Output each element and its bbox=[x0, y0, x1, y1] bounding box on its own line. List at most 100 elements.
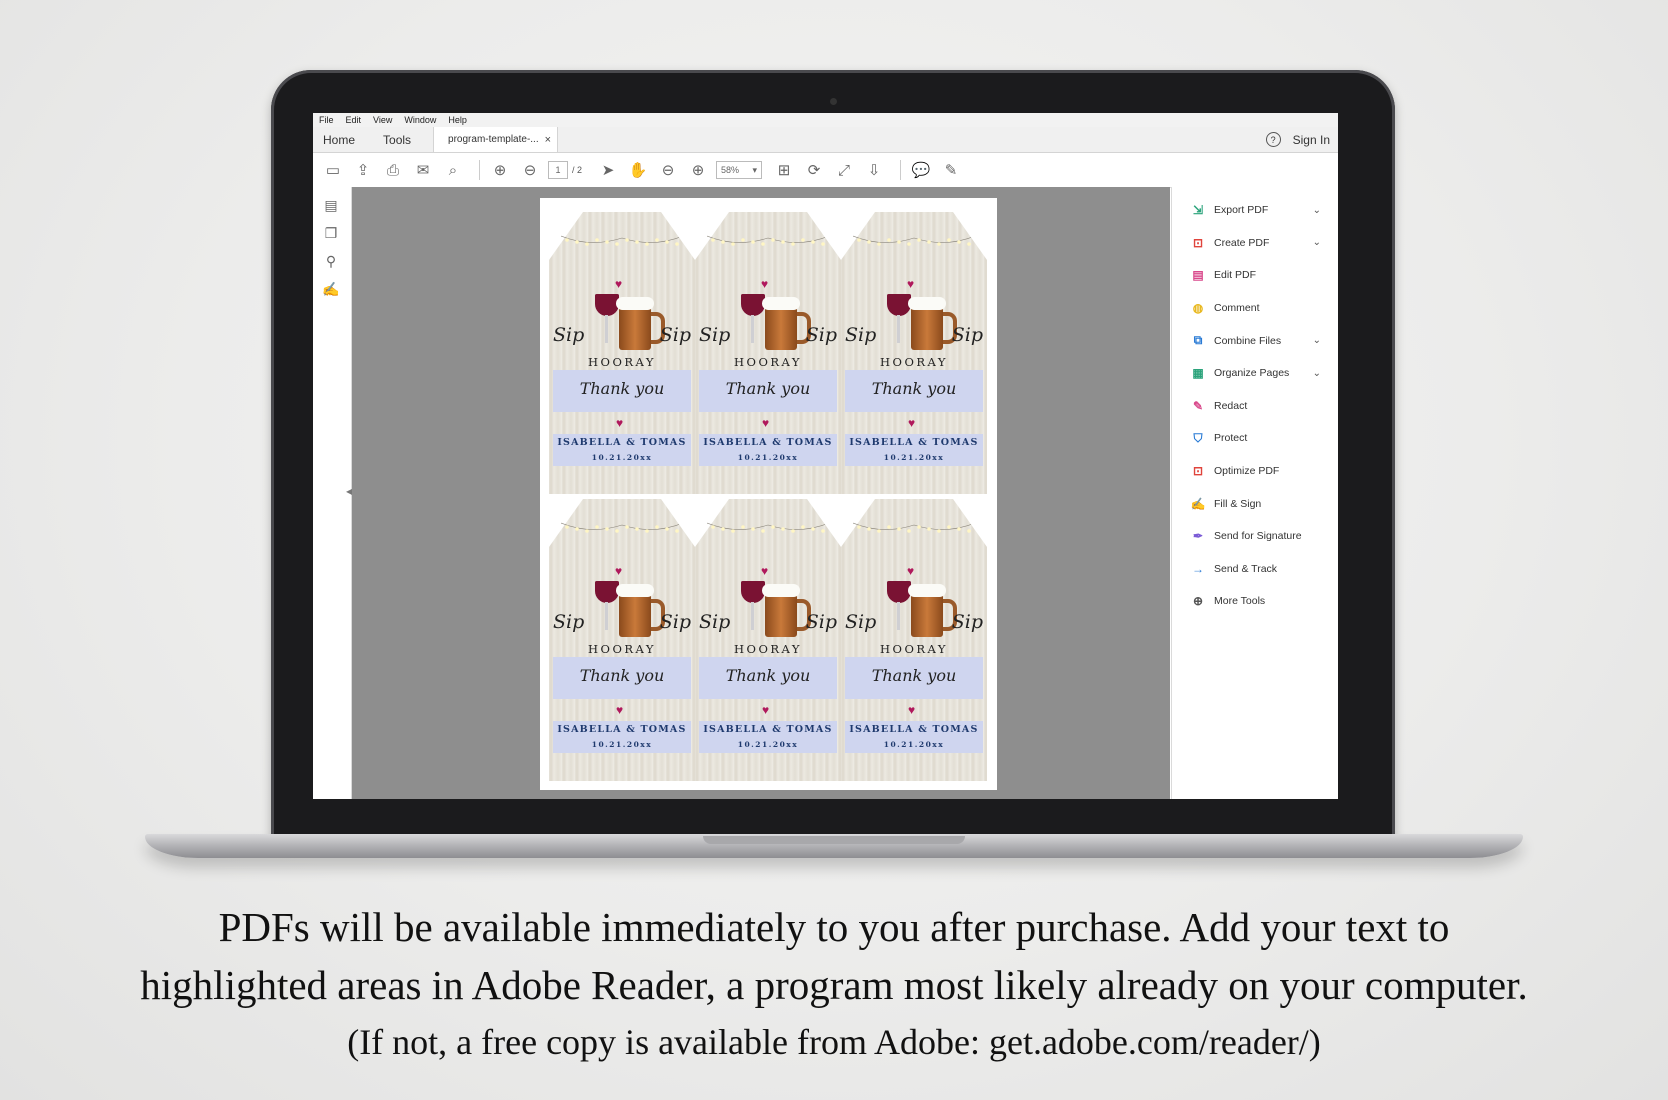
gift-tag: ♥ Sip Sip HOORAY Thank you ♥ ISABELLA & … bbox=[695, 212, 841, 494]
wine-stem bbox=[897, 602, 900, 630]
tool-label: Edit PDF bbox=[1214, 269, 1257, 282]
tool-organize-pages[interactable]: ▦ Organize Pages ⌄ bbox=[1172, 357, 1338, 390]
comment-tool-icon[interactable]: 💬 bbox=[909, 158, 933, 182]
thank-you-text: Thank you bbox=[725, 666, 811, 685]
comment-icon: ◍ bbox=[1192, 301, 1204, 316]
toolbar-divider bbox=[479, 160, 480, 180]
tool-label: Fill & Sign bbox=[1214, 497, 1262, 510]
sip-right-text: Sip bbox=[805, 611, 837, 633]
menu-view[interactable]: View bbox=[373, 115, 392, 125]
tab-bar: Home Tools program-template-... × ? Sign… bbox=[313, 127, 1338, 153]
tool-redact[interactable]: ✎ Redact bbox=[1172, 390, 1338, 423]
zoom-in-icon[interactable]: ⊕ bbox=[686, 158, 710, 182]
scroll-mode-icon[interactable]: ⇩ bbox=[862, 158, 886, 182]
chevron-down-icon[interactable]: ⌄ bbox=[1313, 335, 1321, 346]
pen-tool-icon[interactable]: ✎ bbox=[939, 158, 963, 182]
date-text: 10.21.20xx bbox=[737, 740, 799, 749]
close-tab-icon[interactable]: × bbox=[545, 134, 551, 146]
chevron-down-icon[interactable]: ⌄ bbox=[1313, 205, 1321, 216]
send-for-signature-icon: ✒ bbox=[1192, 529, 1204, 544]
rotate-icon[interactable]: ⟳ bbox=[802, 158, 826, 182]
camera-dot bbox=[830, 98, 837, 105]
attachments-icon[interactable]: ⚲ bbox=[321, 251, 341, 271]
caption: PDFs will be available immediately to yo… bbox=[0, 898, 1668, 1070]
menu-help[interactable]: Help bbox=[448, 115, 467, 125]
adobe-reader-window: File Edit View Window Help Home Tools pr… bbox=[313, 113, 1338, 799]
tool-send-track[interactable]: → Send & Track bbox=[1172, 553, 1338, 586]
names-text: ISABELLA & TOMAS bbox=[849, 437, 979, 448]
zoom-out-icon[interactable]: ⊖ bbox=[656, 158, 680, 182]
tool-label: Send & Track bbox=[1214, 562, 1278, 575]
tool-export-pdf[interactable]: ⇲ Export PDF ⌄ bbox=[1172, 194, 1338, 227]
caption-line-3: (If not, a free copy is available from A… bbox=[347, 1022, 1321, 1062]
upload-icon[interactable]: ⇪ bbox=[351, 158, 375, 182]
names-text: ISABELLA & TOMAS bbox=[703, 437, 833, 448]
pdf-page: ♥ Sip Sip HOORAY Thank you ♥ ISABELLA & … bbox=[540, 198, 997, 790]
email-icon[interactable]: ✉ bbox=[411, 158, 435, 182]
next-page-icon[interactable]: ⊖ bbox=[518, 158, 542, 182]
fullscreen-icon[interactable]: ⤢ bbox=[832, 158, 856, 182]
tab-home[interactable]: Home bbox=[323, 133, 355, 147]
menu-edit[interactable]: Edit bbox=[346, 115, 362, 125]
heart-icon: ♥ bbox=[616, 416, 624, 430]
tool-more-tools[interactable]: ⊕ More Tools bbox=[1172, 585, 1338, 618]
previous-page-icon[interactable]: ⊕ bbox=[488, 158, 512, 182]
tool-label: Protect bbox=[1214, 432, 1248, 445]
help-icon[interactable]: ? bbox=[1265, 132, 1281, 147]
signature-icon[interactable]: ✍ bbox=[321, 279, 341, 299]
print-icon[interactable]: ⎙ bbox=[381, 158, 405, 182]
hooray-text: HOORAY bbox=[588, 355, 656, 369]
sign-in-button[interactable]: Sign In bbox=[1293, 133, 1330, 147]
gift-tag: ♥ Sip Sip HOORAY Thank you ♥ ISABELLA & … bbox=[841, 499, 987, 781]
tool-combine-files[interactable]: ⧉ Combine Files ⌄ bbox=[1172, 324, 1338, 357]
tool-edit-pdf[interactable]: ▤ Edit PDF bbox=[1172, 259, 1338, 292]
wine-stem bbox=[605, 315, 608, 343]
tool-label: Comment bbox=[1214, 302, 1260, 315]
work-area: ▤ ❐ ⚲ ✍ ◀ ♥ Sip Sip HOORAY Thank you ♥ I… bbox=[313, 187, 1338, 799]
left-rail: ▤ ❐ ⚲ ✍ ◀ bbox=[313, 187, 352, 799]
sip-right-text: Sip bbox=[659, 324, 691, 346]
page-number-input[interactable]: 1 bbox=[548, 161, 568, 179]
tool-create-pdf[interactable]: ⊡ Create PDF ⌄ bbox=[1172, 227, 1338, 260]
sip-left-text: Sip bbox=[845, 611, 877, 633]
caption-line-2: highlighted areas in Adobe Reader, a pro… bbox=[140, 962, 1528, 1008]
document-tab[interactable]: program-template-... × bbox=[433, 127, 559, 152]
search-icon[interactable]: ⌕ bbox=[441, 158, 465, 182]
fit-page-icon[interactable]: ⊞ bbox=[772, 158, 796, 182]
zoom-select[interactable]: 58% ▾ bbox=[716, 161, 763, 179]
heart-icon: ♥ bbox=[908, 416, 916, 430]
string-lights-icon bbox=[561, 235, 683, 246]
gift-tag: ♥ Sip Sip HOORAY Thank you ♥ ISABELLA & … bbox=[841, 212, 987, 494]
heart-icon: ♥ bbox=[761, 277, 769, 291]
tool-fill-sign[interactable]: ✍ Fill & Sign bbox=[1172, 487, 1338, 520]
wine-stem bbox=[751, 602, 754, 630]
protect-icon: ⛉ bbox=[1193, 430, 1203, 445]
tool-label: Create PDF bbox=[1214, 236, 1270, 249]
sip-right-text: Sip bbox=[805, 324, 837, 346]
menu-file[interactable]: File bbox=[319, 115, 334, 125]
combine-files-icon: ⧉ bbox=[1193, 333, 1203, 348]
menu-bar: File Edit View Window Help bbox=[313, 113, 1338, 127]
names-text: ISABELLA & TOMAS bbox=[557, 724, 687, 735]
save-icon[interactable]: ▭ bbox=[321, 158, 345, 182]
thank-you-text: Thank you bbox=[725, 379, 811, 398]
heart-icon: ♥ bbox=[908, 703, 916, 717]
tool-send-for-signature[interactable]: ✒ Send for Signature bbox=[1172, 520, 1338, 553]
tab-tools[interactable]: Tools bbox=[383, 133, 411, 147]
date-text: 10.21.20xx bbox=[883, 740, 945, 749]
heart-icon: ♥ bbox=[761, 564, 769, 578]
beer-foam bbox=[908, 584, 946, 597]
menu-window[interactable]: Window bbox=[404, 115, 436, 125]
sip-right-text: Sip bbox=[951, 324, 983, 346]
names-text: ISABELLA & TOMAS bbox=[849, 724, 979, 735]
tool-protect[interactable]: ⛉ Protect bbox=[1172, 422, 1338, 455]
chevron-down-icon[interactable]: ⌄ bbox=[1313, 368, 1321, 379]
hand-tool-icon[interactable]: ✋ bbox=[626, 158, 650, 182]
select-cursor-icon[interactable]: ➤ bbox=[596, 158, 620, 182]
tool-optimize-pdf[interactable]: ⊡ Optimize PDF bbox=[1172, 455, 1338, 488]
page-thumbnails-icon[interactable]: ▤ bbox=[321, 195, 341, 215]
chevron-down-icon[interactable]: ⌄ bbox=[1313, 237, 1321, 248]
copy-pages-icon[interactable]: ❐ bbox=[321, 223, 341, 243]
beer-mug-icon bbox=[765, 304, 797, 350]
tool-comment[interactable]: ◍ Comment bbox=[1172, 292, 1338, 325]
